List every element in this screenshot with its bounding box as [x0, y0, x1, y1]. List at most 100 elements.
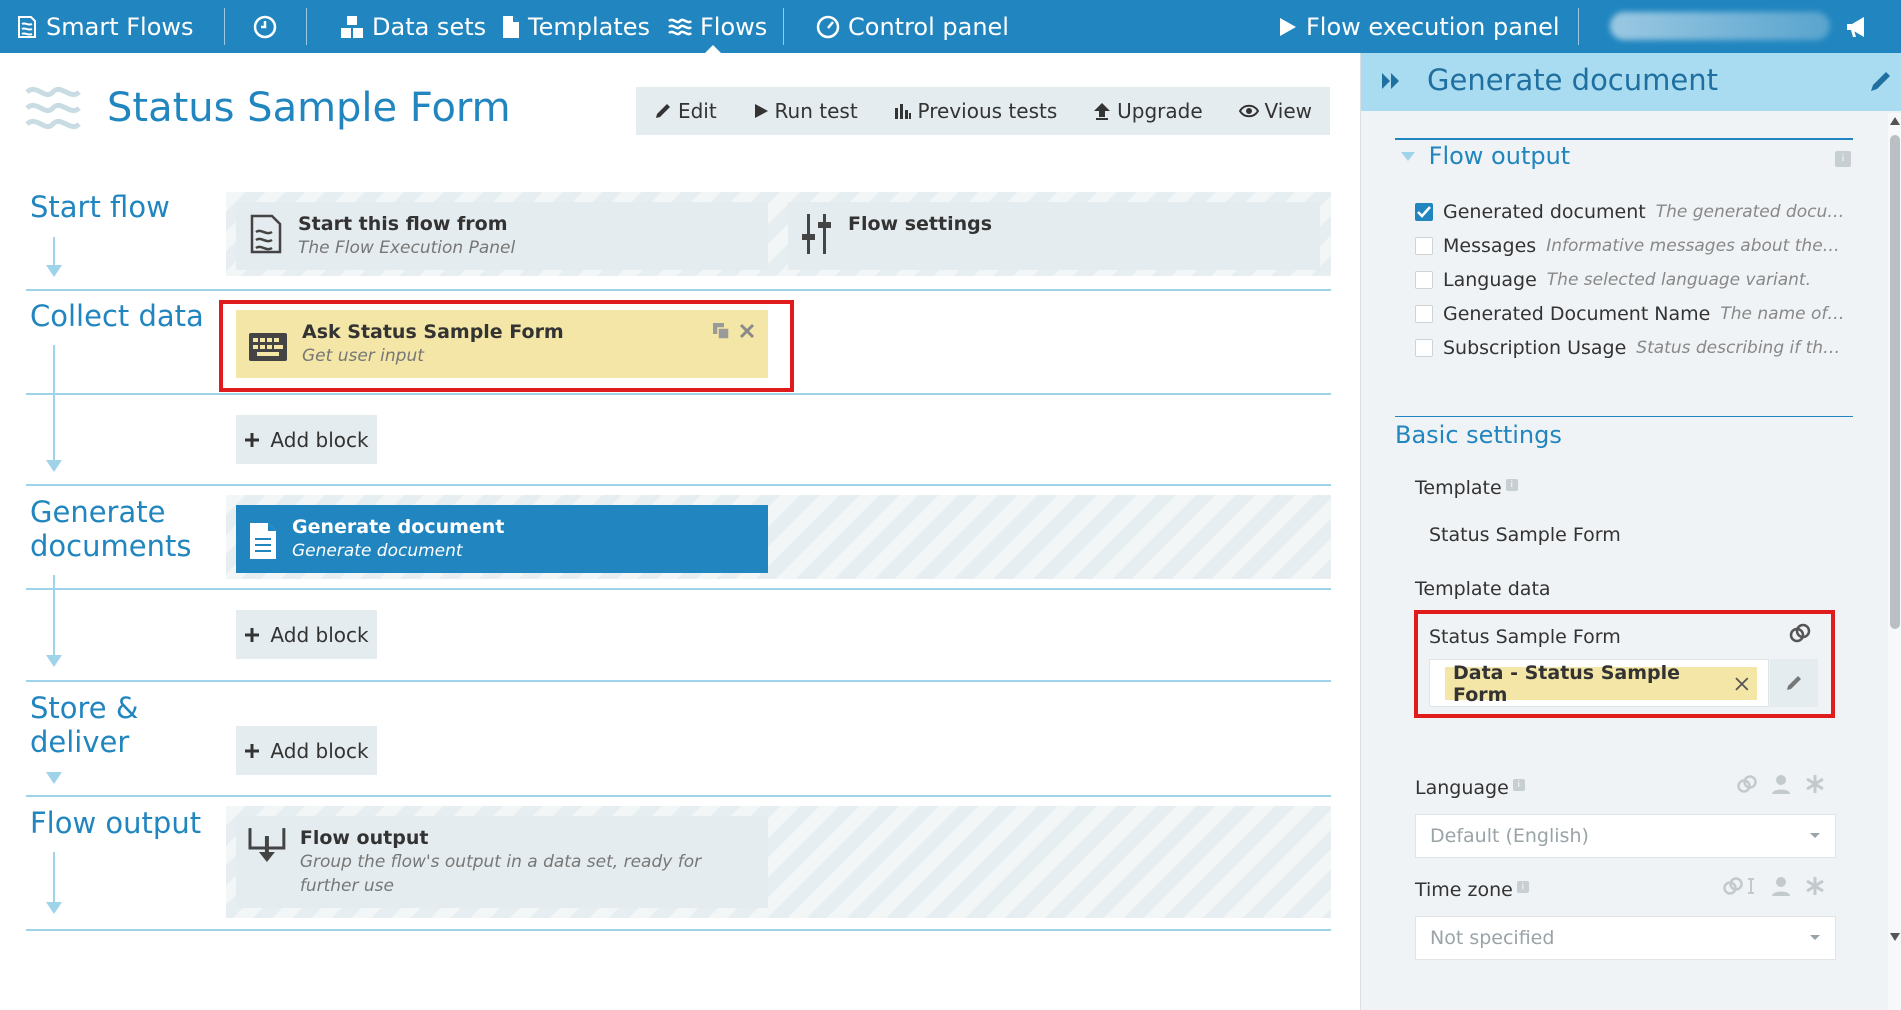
- block-subtitle: Generate document: [292, 541, 463, 561]
- scroll-up-icon[interactable]: [1890, 117, 1900, 125]
- section-arrow: [46, 460, 62, 472]
- remove-tag-icon[interactable]: [1735, 676, 1749, 691]
- collapse-panel-icon[interactable]: [1381, 71, 1401, 91]
- timezone-select-value: Not specified: [1430, 927, 1555, 949]
- section-divider: [26, 484, 1331, 486]
- add-block-button-collect[interactable]: Add block: [236, 415, 377, 464]
- block-tools: [712, 322, 756, 340]
- info-icon[interactable]: i: [1505, 479, 1518, 491]
- panel-scrollbar-thumb[interactable]: [1890, 135, 1900, 629]
- section-arrow: [46, 772, 62, 784]
- info-icon[interactable]: i: [1516, 881, 1529, 893]
- language-option-icons: [1737, 774, 1825, 794]
- view-button[interactable]: View: [1238, 99, 1312, 123]
- section-arrow: [46, 902, 62, 914]
- output-row-messages[interactable]: Messages Informative messages about the …: [1415, 235, 1845, 257]
- block-subtitle: The Flow Execution Panel: [298, 238, 516, 258]
- block-title: Ask Status Sample Form: [302, 321, 564, 343]
- block-title: Flow output: [299, 827, 429, 849]
- close-icon[interactable]: [738, 322, 756, 340]
- output-row-generated-document-name[interactable]: Generated Document Name The name of th..…: [1415, 303, 1845, 325]
- section-divider: [26, 680, 1331, 682]
- add-block-button-store[interactable]: Add block: [236, 726, 377, 775]
- scroll-down-icon[interactable]: [1890, 933, 1900, 941]
- start-trigger-block[interactable]: Start this flow from The Flow Execution …: [236, 202, 768, 270]
- play-icon: [754, 104, 768, 118]
- generate-document-block[interactable]: Generate document Generate document: [236, 505, 768, 573]
- collapse-caret-icon: [1401, 152, 1415, 161]
- link-icon[interactable]: [1737, 774, 1757, 794]
- timezone-option-icons: [1723, 876, 1825, 896]
- info-icon[interactable]: i: [1835, 151, 1851, 167]
- language-label-text: Language: [1415, 777, 1509, 799]
- link-icon[interactable]: [1789, 622, 1811, 644]
- ask-form-block[interactable]: Ask Status Sample Form Get user input: [236, 310, 768, 378]
- template-data-tag[interactable]: Data - Status Sample Form: [1445, 662, 1757, 706]
- edit-template-data-button[interactable]: [1770, 659, 1818, 707]
- required-asterisk-icon[interactable]: [1805, 876, 1825, 896]
- timezone-select[interactable]: Not specified: [1415, 916, 1836, 960]
- section-generate-documents: Generate documents: [30, 495, 191, 563]
- output-row-subscription-usage[interactable]: Subscription Usage Status describing if …: [1415, 337, 1845, 359]
- template-label-text: Template: [1415, 477, 1502, 499]
- link-text-icon[interactable]: [1723, 876, 1757, 896]
- nav-control-panel[interactable]: Control panel: [816, 0, 1009, 53]
- edit-button-label: Edit: [677, 99, 717, 123]
- checkbox-icon[interactable]: [1415, 271, 1433, 289]
- previous-tests-button-label: Previous tests: [917, 99, 1058, 123]
- section-label-line: Store &: [30, 691, 139, 725]
- add-block-label: Add block: [270, 622, 369, 647]
- run-test-button[interactable]: Run test: [753, 99, 858, 123]
- flow-toolbar: Edit Run test Previous tests Upgrade Vie…: [636, 87, 1330, 135]
- nav-flow-execution-panel[interactable]: Flow execution panel: [1278, 0, 1560, 53]
- pencil-icon[interactable]: [1869, 69, 1893, 93]
- edit-button[interactable]: Edit: [654, 99, 717, 123]
- section-connector: [53, 575, 55, 655]
- megaphone-icon: [1847, 16, 1864, 37]
- output-row-generated-document[interactable]: Generated document The generated docum..…: [1415, 201, 1845, 223]
- nav-announcements[interactable]: [1845, 0, 1871, 53]
- user-icon[interactable]: [1771, 876, 1791, 896]
- user-menu[interactable]: [1610, 12, 1830, 40]
- flow-output-block[interactable]: Flow output Group the flow's output in a…: [236, 816, 768, 908]
- top-navigation-bar: Smart Flows Data sets Templates Flows Co…: [0, 0, 1901, 54]
- play-icon: [1280, 17, 1296, 36]
- section-start-flow: Start flow: [30, 190, 170, 224]
- timezone-label-text: Time zone: [1415, 879, 1513, 901]
- output-name: Generated document: [1443, 201, 1646, 223]
- upgrade-button[interactable]: Upgrade: [1093, 99, 1203, 123]
- output-row-language[interactable]: Language The selected language variant.: [1415, 269, 1845, 291]
- nav-brand[interactable]: Smart Flows: [16, 0, 194, 53]
- document-icon: [250, 523, 276, 559]
- required-asterisk-icon[interactable]: [1805, 774, 1825, 794]
- language-select[interactable]: Default (English): [1415, 814, 1836, 858]
- flow-settings-block[interactable]: Flow settings: [788, 202, 1320, 270]
- checkbox-checked-icon[interactable]: [1415, 203, 1433, 221]
- panel-title: Generate document: [1427, 63, 1718, 97]
- copy-icon[interactable]: [712, 322, 730, 340]
- flow-output-subsection[interactable]: Flow output: [1395, 138, 1853, 170]
- eye-icon: [1238, 104, 1259, 118]
- run-test-button-label: Run test: [774, 99, 858, 123]
- previous-tests-button[interactable]: Previous tests: [894, 99, 1058, 123]
- section-divider: [26, 588, 1331, 590]
- nav-control-panel-label: Control panel: [848, 12, 1009, 41]
- nav-history[interactable]: [252, 0, 278, 53]
- nav-flow-execution-panel-label: Flow execution panel: [1306, 12, 1560, 41]
- nav-datasets[interactable]: Data sets: [340, 0, 486, 53]
- flow-output-heading: Flow output: [1428, 142, 1571, 170]
- add-block-button-generate[interactable]: Add block: [236, 610, 377, 659]
- section-flow-output: Flow output: [30, 806, 202, 840]
- document-icon: [503, 15, 519, 38]
- nav-templates[interactable]: Templates: [502, 0, 650, 53]
- template-data-label: Template data: [1415, 578, 1551, 600]
- info-icon[interactable]: i: [1512, 779, 1525, 791]
- checkbox-icon[interactable]: [1415, 305, 1433, 323]
- sliders-icon: [802, 214, 831, 254]
- download-tray-icon: [248, 828, 286, 862]
- checkbox-icon[interactable]: [1415, 237, 1433, 255]
- checkbox-icon[interactable]: [1415, 339, 1433, 357]
- flows-large-icon: [25, 86, 81, 130]
- template-data-item-label: Status Sample Form: [1429, 626, 1621, 648]
- user-icon[interactable]: [1771, 774, 1791, 794]
